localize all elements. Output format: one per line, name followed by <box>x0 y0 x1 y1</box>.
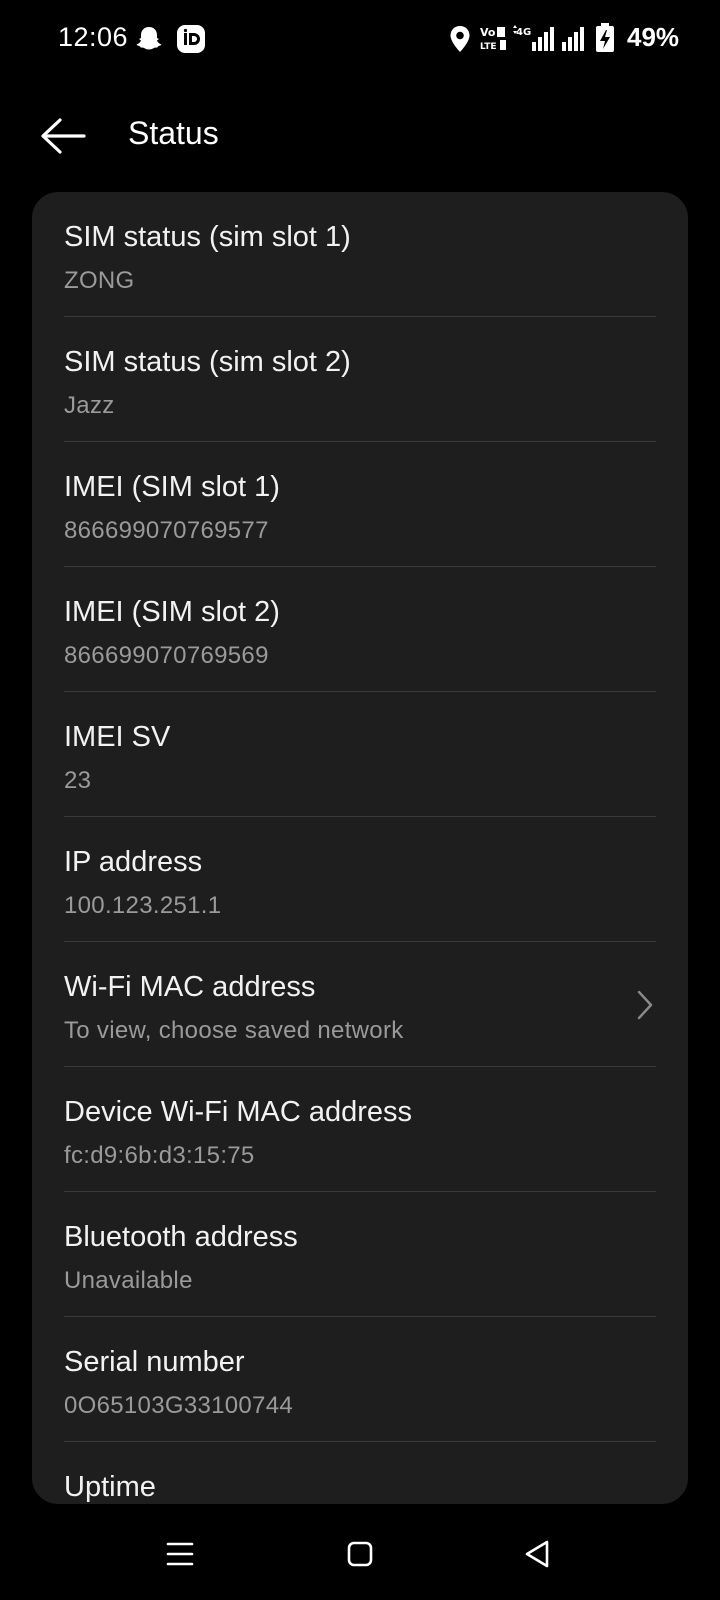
list-item-ip-address[interactable]: IP address 100.123.251.1 <box>64 817 656 942</box>
item-title: IMEI (SIM slot 1) <box>64 471 280 503</box>
list-item-imei-sv[interactable]: IMEI SV 23 <box>64 692 656 817</box>
home-square-icon <box>347 1541 373 1567</box>
app-bar: Status <box>0 100 720 172</box>
page-title: Status <box>128 115 219 151</box>
item-value: 866699070769577 <box>64 517 269 544</box>
battery-percent: 49% <box>627 22 680 52</box>
app-notification-icon <box>177 25 205 53</box>
volte-icon: Vo LTE <box>480 26 506 52</box>
item-value: 100.123.251.1 <box>64 892 222 919</box>
snapchat-icon <box>136 27 162 50</box>
item-value: Jazz <box>64 392 115 419</box>
item-title: Serial number <box>64 1346 245 1378</box>
status-time: 12:06 <box>58 22 129 52</box>
item-value: 0O65103G33100744 <box>64 1392 294 1419</box>
list-item-imei-2[interactable]: IMEI (SIM slot 2) 866699070769569 <box>64 567 656 692</box>
arrow-left-icon <box>41 118 86 154</box>
item-title: Device Wi-Fi MAC address <box>64 1096 413 1128</box>
list-item-bluetooth-address[interactable]: Bluetooth address Unavailable <box>64 1192 656 1317</box>
item-title: IMEI SV <box>64 721 171 753</box>
svg-text:LTE: LTE <box>480 42 497 52</box>
item-title: Wi-Fi MAC address <box>64 971 316 1003</box>
signal-4g-icon: 4G <box>513 25 554 51</box>
item-value: Unavailable <box>64 1267 193 1294</box>
item-value: ZONG <box>64 267 135 294</box>
signal-icon <box>562 27 584 51</box>
recents-button[interactable] <box>158 1532 202 1576</box>
item-value: fc:d9:6b:d3:15:75 <box>64 1142 255 1169</box>
item-value: 23 <box>64 767 92 794</box>
battery-charging-icon <box>596 23 614 52</box>
item-title: Bluetooth address <box>64 1221 298 1253</box>
list-item-wifi-mac[interactable]: Wi-Fi MAC address To view, choose saved … <box>64 942 656 1067</box>
item-title: Uptime <box>64 1471 156 1503</box>
nav-back-button[interactable] <box>516 1532 560 1576</box>
back-triangle-icon <box>525 1540 549 1568</box>
chevron-right-icon <box>637 990 653 1020</box>
svg-text:Vo: Vo <box>480 26 496 39</box>
item-title: SIM status (sim slot 1) <box>64 221 351 253</box>
status-list: SIM status (sim slot 1) ZONG SIM status … <box>32 192 688 1504</box>
list-item-serial-number[interactable]: Serial number 0O65103G33100744 <box>64 1317 656 1442</box>
menu-icon <box>166 1542 194 1566</box>
item-title: SIM status (sim slot 2) <box>64 346 351 378</box>
list-item-uptime[interactable]: Uptime <box>64 1442 656 1504</box>
status-bar: 12:06 Vo LTE 4G 49% <box>0 0 720 80</box>
back-button[interactable] <box>30 108 94 164</box>
list-item-sim-status-2[interactable]: SIM status (sim slot 2) Jazz <box>64 317 656 442</box>
list-item-device-wifi-mac[interactable]: Device Wi-Fi MAC address fc:d9:6b:d3:15:… <box>64 1067 656 1192</box>
svg-text:4G: 4G <box>516 27 531 38</box>
item-title: IMEI (SIM slot 2) <box>64 596 280 628</box>
home-button[interactable] <box>338 1532 382 1576</box>
item-value: 866699070769569 <box>64 642 269 669</box>
item-value: To view, choose saved network <box>64 1017 404 1044</box>
list-item-imei-1[interactable]: IMEI (SIM slot 1) 866699070769577 <box>64 442 656 567</box>
item-title: IP address <box>64 846 203 878</box>
list-item-sim-status-1[interactable]: SIM status (sim slot 1) ZONG <box>64 192 656 317</box>
location-icon <box>450 26 470 52</box>
navigation-bar <box>0 1504 720 1600</box>
